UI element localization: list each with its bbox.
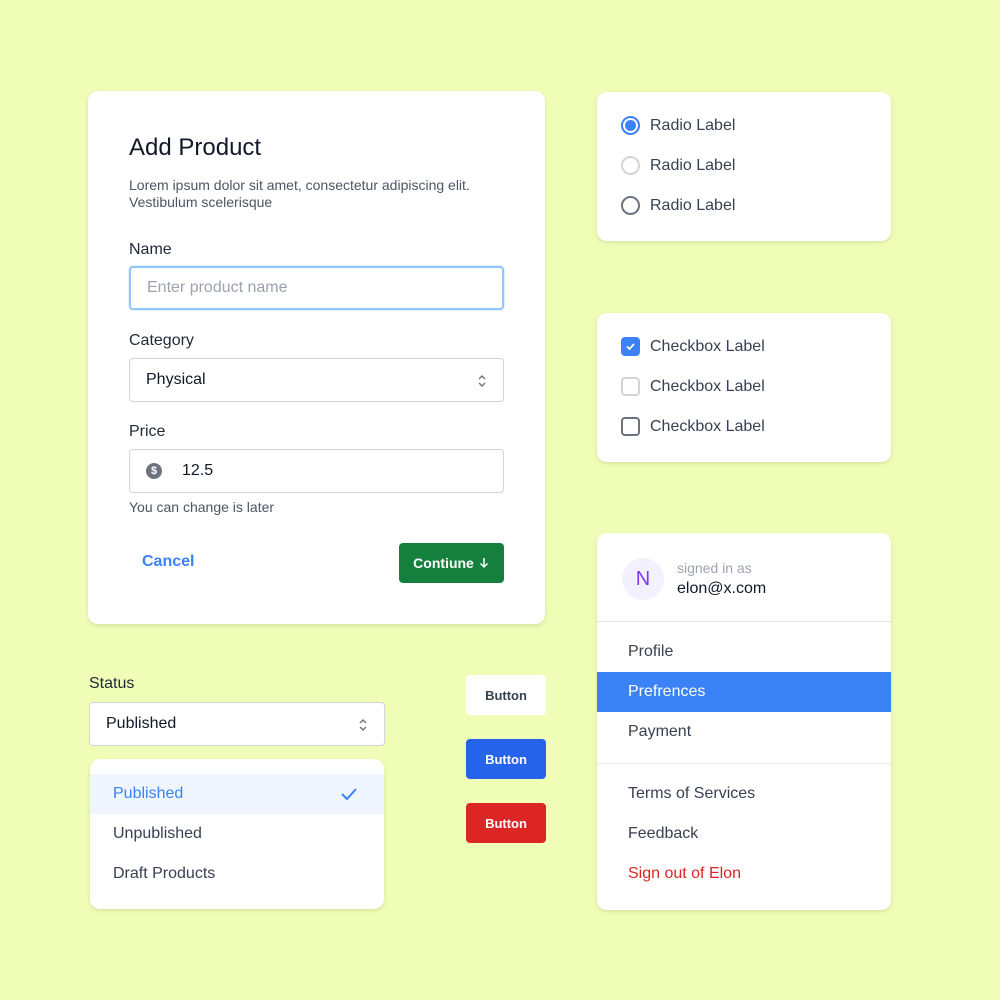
- price-input[interactable]: $ 12.5: [129, 449, 504, 493]
- status-select[interactable]: Published: [89, 702, 385, 746]
- menu-item-terms[interactable]: Terms of Services: [597, 774, 891, 814]
- status-option-draft[interactable]: Draft Products: [90, 854, 384, 894]
- menu-item-sign-out[interactable]: Sign out of Elon: [597, 854, 891, 894]
- form-description: Lorem ipsum dolor sit amet, consectetur …: [129, 177, 470, 210]
- status-dropdown-list: Published Unpublished Draft Products: [90, 759, 384, 909]
- page-title: Add Product: [129, 134, 262, 161]
- checkbox-label: Checkbox Label: [650, 337, 765, 355]
- cancel-button[interactable]: Cancel: [142, 553, 194, 571]
- checkbox-checked-icon[interactable]: [621, 337, 640, 356]
- user-email: elon@x.com: [677, 580, 767, 597]
- status-option-unpublished[interactable]: Unpublished: [90, 814, 384, 854]
- select-chevron-icon: [359, 719, 367, 731]
- name-label: Name: [129, 241, 172, 258]
- continue-button[interactable]: Contiune: [399, 543, 504, 583]
- dollar-icon: $: [146, 463, 162, 479]
- radio-checked-icon[interactable]: [621, 116, 640, 135]
- divider: [597, 763, 891, 764]
- status-option-published[interactable]: Published: [90, 774, 384, 814]
- white-button[interactable]: Button: [466, 675, 546, 715]
- checkbox-label: Checkbox Label: [650, 417, 765, 435]
- price-value: 12.5: [182, 462, 214, 479]
- account-menu: N signed in as elon@x.com Profile Prefre…: [597, 533, 891, 910]
- menu-item-feedback[interactable]: Feedback: [597, 814, 891, 854]
- continue-label: Contiune: [413, 555, 474, 571]
- radio-label: Radio Label: [650, 156, 736, 174]
- radio-unchecked-icon[interactable]: [621, 196, 640, 215]
- radio-option[interactable]: Radio Label: [621, 196, 735, 215]
- divider: [597, 621, 891, 622]
- select-chevron-icon: [478, 375, 486, 387]
- product-name-input[interactable]: [129, 266, 504, 310]
- radio-option[interactable]: Radio Label: [621, 116, 735, 135]
- price-label: Price: [129, 423, 166, 440]
- radio-group-card: Radio Label Radio Label Radio Label: [597, 92, 891, 241]
- arrow-down-icon: [479, 558, 488, 569]
- menu-item-payment[interactable]: Payment: [597, 712, 891, 752]
- option-label: Published: [113, 785, 184, 802]
- signed-in-caption: signed in as: [677, 560, 752, 576]
- checkbox-unchecked-icon[interactable]: [621, 417, 640, 436]
- status-value: Published: [106, 715, 177, 732]
- checkbox-group-card: Checkbox Label Checkbox Label Checkbox L…: [597, 313, 891, 462]
- option-label: Draft Products: [113, 865, 216, 882]
- price-hint: You can change is later: [129, 499, 275, 515]
- checkbox-option[interactable]: Checkbox Label: [621, 417, 765, 436]
- blue-button[interactable]: Button: [466, 739, 546, 779]
- avatar: N: [622, 558, 664, 600]
- radio-label: Radio Label: [650, 196, 736, 214]
- checkbox-label: Checkbox Label: [650, 377, 765, 395]
- add-product-card: Add Product Lorem ipsum dolor sit amet, …: [88, 91, 545, 624]
- category-label: Category: [129, 332, 194, 349]
- category-select[interactable]: Physical: [129, 358, 504, 402]
- menu-item-profile[interactable]: Profile: [597, 632, 891, 672]
- radio-label: Radio Label: [650, 116, 736, 134]
- checkbox-option[interactable]: Checkbox Label: [621, 337, 765, 356]
- radio-option[interactable]: Radio Label: [621, 156, 735, 175]
- category-value: Physical: [146, 371, 206, 388]
- checkbox-disabled-icon[interactable]: [621, 377, 640, 396]
- option-label: Unpublished: [113, 825, 202, 842]
- check-icon: [341, 788, 357, 801]
- red-button[interactable]: Button: [466, 803, 546, 843]
- radio-disabled-icon[interactable]: [621, 156, 640, 175]
- status-label: Status: [89, 675, 135, 692]
- checkbox-option[interactable]: Checkbox Label: [621, 377, 765, 396]
- menu-item-preferences[interactable]: Prefrences: [597, 672, 891, 712]
